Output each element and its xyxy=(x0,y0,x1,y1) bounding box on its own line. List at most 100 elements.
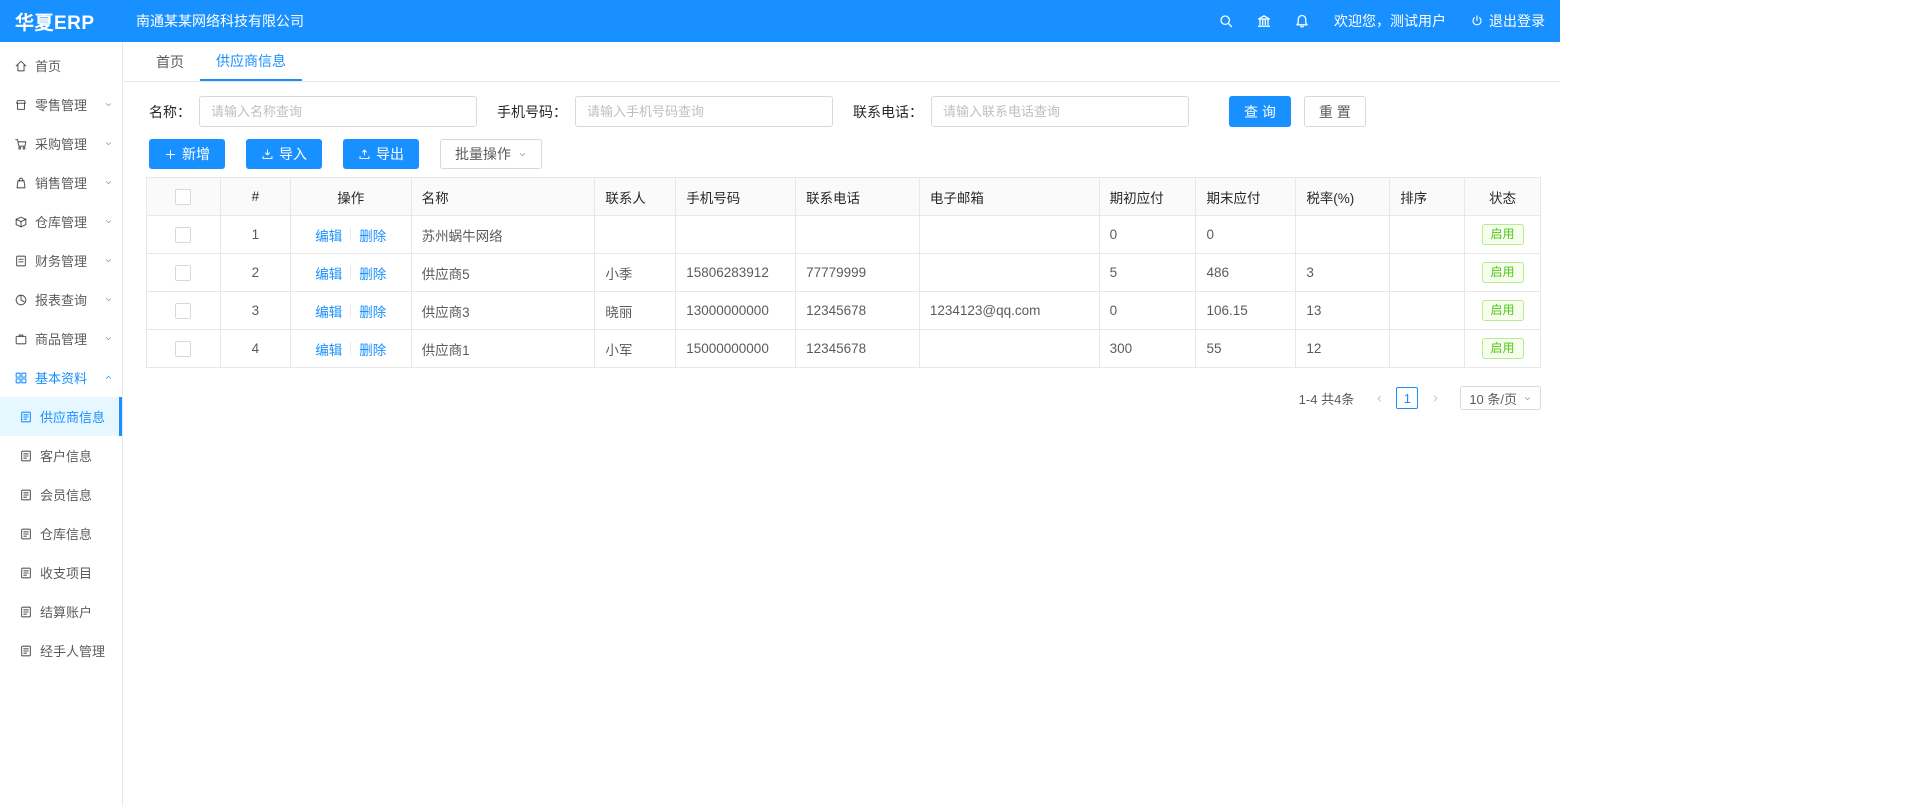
sidebar-item-supplier-info[interactable]: 供应商信息 xyxy=(0,397,122,436)
import-icon xyxy=(261,148,274,161)
status-badge[interactable]: 启用 xyxy=(1482,262,1524,283)
status-badge[interactable]: 启用 xyxy=(1482,338,1524,359)
col-header-begin-payable: 期初应付 xyxy=(1100,178,1197,215)
sidebar-item-label: 商品管理 xyxy=(35,329,87,348)
chevron-up-icon xyxy=(104,373,113,382)
edit-link[interactable]: 编辑 xyxy=(315,301,342,321)
tab-bar: 首页 供应商信息 xyxy=(124,42,1560,82)
chevron-down-icon xyxy=(104,334,113,343)
export-button[interactable]: 导出 xyxy=(343,139,419,169)
delete-link[interactable]: 删除 xyxy=(359,339,386,359)
cell-end-payable: 55 xyxy=(1196,330,1296,367)
phone-filter-label: 手机号码： xyxy=(497,102,567,122)
tab-supplier-info[interactable]: 供应商信息 xyxy=(200,42,302,81)
cell-begin-payable: 0 xyxy=(1100,216,1197,253)
sidebar-item-warehouse[interactable]: 仓库管理 xyxy=(0,202,122,241)
edit-link[interactable]: 编辑 xyxy=(315,339,342,359)
row-checkbox[interactable] xyxy=(175,265,191,281)
chevron-down-icon xyxy=(1523,394,1532,403)
sidebar-item-home[interactable]: 首页 xyxy=(0,46,122,85)
export-icon xyxy=(358,148,371,161)
topbar-right: 欢迎您，测试用户 退出登录 xyxy=(1196,11,1560,31)
status-badge[interactable]: 启用 xyxy=(1482,300,1524,321)
chevron-down-icon xyxy=(104,217,113,226)
cell-tax-rate xyxy=(1296,216,1390,253)
plus-icon xyxy=(164,148,177,161)
col-header-contact: 联系人 xyxy=(595,178,676,215)
delete-link[interactable]: 删除 xyxy=(359,225,386,245)
sidebar-item-label: 销售管理 xyxy=(35,173,87,192)
select-all-checkbox[interactable] xyxy=(175,189,191,205)
search-button[interactable]: 查 询 xyxy=(1229,96,1291,127)
sidebar-item-label: 结算账户 xyxy=(40,602,92,621)
next-page-button[interactable] xyxy=(1424,387,1446,409)
cell-email xyxy=(920,216,1100,253)
sidebar-item-income-expense[interactable]: 收支项目 xyxy=(0,553,122,592)
sidebar-item-retail[interactable]: 零售管理 xyxy=(0,85,122,124)
sidebar-item-basic-data[interactable]: 基本资料 xyxy=(0,358,122,397)
sidebar-item-label: 仓库信息 xyxy=(40,524,92,543)
row-checkbox[interactable] xyxy=(175,227,191,243)
pagination: 1-4 共4条 1 10 条/页 xyxy=(124,386,1541,410)
current-page-button[interactable]: 1 xyxy=(1396,387,1418,409)
add-button-label: 新增 xyxy=(182,144,210,164)
row-checkbox[interactable] xyxy=(175,341,191,357)
cell-begin-payable: 300 xyxy=(1100,330,1197,367)
company-name: 南通某某网络科技有限公司 xyxy=(136,11,304,31)
tab-home[interactable]: 首页 xyxy=(140,42,200,81)
col-header-name: 名称 xyxy=(412,178,596,215)
cell-actions: 编辑 删除 xyxy=(291,330,412,367)
grid-icon xyxy=(14,371,28,385)
bell-icon[interactable] xyxy=(1294,13,1310,29)
batch-actions-button[interactable]: 批量操作 xyxy=(440,139,542,169)
batch-actions-label: 批量操作 xyxy=(455,144,511,164)
sidebar-item-reports[interactable]: 报表查询 xyxy=(0,280,122,319)
main-content: 首页 供应商信息 名称： 手机号码： 联系电话： 查 询 重 置 新增 xyxy=(124,42,1560,806)
sidebar-item-handler-management[interactable]: 经手人管理 xyxy=(0,631,122,670)
tab-label: 首页 xyxy=(156,52,184,72)
filter-bar: 名称： 手机号码： 联系电话： 查 询 重 置 xyxy=(149,96,1560,127)
pagination-total: 1-4 共4条 xyxy=(1299,389,1355,408)
page-size-select[interactable]: 10 条/页 xyxy=(1460,386,1541,410)
cell-sort xyxy=(1390,254,1465,291)
status-badge[interactable]: 启用 xyxy=(1482,224,1524,245)
cell-name: 供应商3 xyxy=(412,292,596,329)
cell-phone: 15000000000 xyxy=(676,330,796,367)
cell-contact: 晓丽 xyxy=(595,292,676,329)
phone-filter-input[interactable] xyxy=(575,96,833,127)
sidebar-item-finance[interactable]: 财务管理 xyxy=(0,241,122,280)
sidebar-item-label: 零售管理 xyxy=(35,95,87,114)
sidebar-item-goods[interactable]: 商品管理 xyxy=(0,319,122,358)
ledger-icon xyxy=(14,254,28,268)
sidebar-item-customer-info[interactable]: 客户信息 xyxy=(0,436,122,475)
app-logo: 华夏ERP xyxy=(0,8,123,35)
sidebar-item-member-info[interactable]: 会员信息 xyxy=(0,475,122,514)
sidebar-item-warehouse-info[interactable]: 仓库信息 xyxy=(0,514,122,553)
cell-contact: 小军 xyxy=(595,330,676,367)
table-row: 1 编辑 删除 苏州蜗牛网络 0 0 启用 xyxy=(147,216,1540,254)
row-checkbox[interactable] xyxy=(175,303,191,319)
sidebar-item-settlement-account[interactable]: 结算账户 xyxy=(0,592,122,631)
edit-link[interactable]: 编辑 xyxy=(315,225,342,245)
tel-filter-input[interactable] xyxy=(931,96,1189,127)
table-row: 3 编辑 删除 供应商3 晓丽 13000000000 12345678 123… xyxy=(147,292,1540,330)
sidebar-item-purchase[interactable]: 采购管理 xyxy=(0,124,122,163)
add-button[interactable]: 新增 xyxy=(149,139,225,169)
document-icon xyxy=(19,566,33,580)
sidebar-item-label: 采购管理 xyxy=(35,134,87,153)
logout-button[interactable]: 退出登录 xyxy=(1470,11,1545,31)
document-icon xyxy=(19,410,33,424)
name-filter-input[interactable] xyxy=(199,96,477,127)
cell-phone: 15806283912 xyxy=(676,254,796,291)
col-header-phone: 手机号码 xyxy=(676,178,796,215)
reset-button[interactable]: 重 置 xyxy=(1304,96,1366,127)
prev-page-button[interactable] xyxy=(1368,387,1390,409)
bank-icon[interactable] xyxy=(1256,13,1272,29)
delete-link[interactable]: 删除 xyxy=(359,301,386,321)
search-icon[interactable] xyxy=(1218,13,1234,29)
import-button[interactable]: 导入 xyxy=(246,139,322,169)
delete-link[interactable]: 删除 xyxy=(359,263,386,283)
edit-link[interactable]: 编辑 xyxy=(315,263,342,283)
sidebar-item-label: 报表查询 xyxy=(35,290,87,309)
sidebar-item-sales[interactable]: 销售管理 xyxy=(0,163,122,202)
